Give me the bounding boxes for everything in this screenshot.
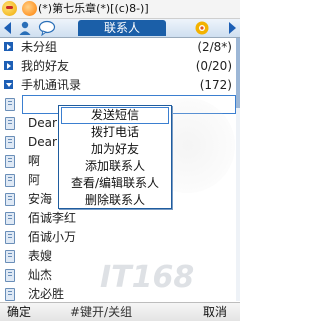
contact-card-icon (5, 98, 15, 111)
contact-name: Dear (28, 116, 57, 130)
context-menu: 发送短信 拨打电话 加为好友 添加联系人 查看/编辑联系人 删除联系人 (58, 105, 172, 209)
contact-name: 安海 (28, 192, 53, 206)
tab-right-arrow-icon[interactable] (229, 22, 236, 34)
contact-card-icon (5, 193, 15, 206)
group-count: (2/8*) (197, 40, 232, 54)
cancel-softkey[interactable]: 取消 (203, 304, 227, 320)
watermark: IT168 (100, 260, 195, 295)
menu-item-view-edit-contact[interactable]: 查看/编辑联系人 (61, 175, 169, 192)
contact-card-icon (5, 174, 15, 187)
contact-name: 沈必胜 (28, 287, 65, 301)
qq-status-icon[interactable] (2, 1, 17, 16)
contact-name: 阿 (28, 173, 41, 187)
contact-card-icon (5, 212, 15, 225)
softkey-bar: 确定 #键开/关组 取消 (0, 302, 240, 321)
contact-name: 灿杰 (28, 268, 53, 282)
group-row[interactable]: 手机通讯录 (172) (0, 76, 240, 95)
person-icon (19, 21, 31, 35)
contact-name: 佰诚小万 (28, 230, 77, 244)
group-count: (0/20) (195, 59, 232, 73)
toggle-group-hint: #键开/关组 (70, 305, 133, 319)
contact-card-icon (5, 250, 15, 263)
menu-item-call[interactable]: 拨打电话 (61, 124, 169, 141)
collapsed-arrow-icon (4, 42, 13, 51)
tab-left-arrow-icon[interactable] (4, 22, 11, 34)
title-bar: (*)第七乐章(*)[(c)8-)] (0, 0, 240, 19)
menu-item-send-sms[interactable]: 发送短信 (61, 107, 169, 124)
confirm-softkey[interactable]: 确定 (7, 304, 31, 320)
group-row[interactable]: 我的好友 (0/20) (0, 57, 240, 76)
qzone-icon (195, 21, 209, 35)
tab-bar: 联系人 (0, 19, 240, 38)
contact-card-icon (5, 231, 15, 244)
tab-chat[interactable] (38, 20, 60, 37)
scrollbar-thumb[interactable] (236, 38, 240, 108)
tab-contacts[interactable]: 联系人 (78, 20, 166, 36)
contact-card-icon (5, 136, 15, 149)
group-label: 未分组 (21, 40, 58, 54)
tab-qzone[interactable] (193, 20, 215, 36)
contact-card-icon (5, 269, 15, 282)
menu-item-add-contact[interactable]: 添加联系人 (61, 158, 169, 175)
contact-row[interactable]: 佰诚李红 (0, 209, 240, 228)
contact-name: Dear (28, 135, 57, 149)
tab-person[interactable] (17, 20, 37, 36)
menu-item-add-friend[interactable]: 加为好友 (61, 141, 169, 158)
contact-card-icon (5, 155, 15, 168)
group-count: (172) (199, 78, 232, 92)
contact-card-icon (5, 288, 15, 301)
contact-name: 啊 (28, 154, 41, 168)
scrollbar[interactable] (236, 38, 240, 301)
expanded-arrow-icon (4, 80, 13, 89)
contact-name: 佰诚李红 (28, 211, 77, 225)
window-title: (*)第七乐章(*)[(c)8-)] (38, 2, 149, 15)
group-label: 我的好友 (21, 59, 70, 73)
contact-card-icon (5, 117, 15, 130)
chat-bubble-icon (38, 20, 56, 37)
collapsed-arrow-icon (4, 61, 13, 70)
group-label: 手机通讯录 (21, 78, 82, 92)
group-row[interactable]: 未分组 (2/8*) (0, 38, 240, 57)
contact-name: 表嫂 (28, 249, 53, 263)
menu-item-delete-contact[interactable]: 删除联系人 (61, 192, 169, 209)
qq-online-icon[interactable] (22, 1, 37, 16)
contact-row[interactable]: 佰诚小万 (0, 228, 240, 247)
